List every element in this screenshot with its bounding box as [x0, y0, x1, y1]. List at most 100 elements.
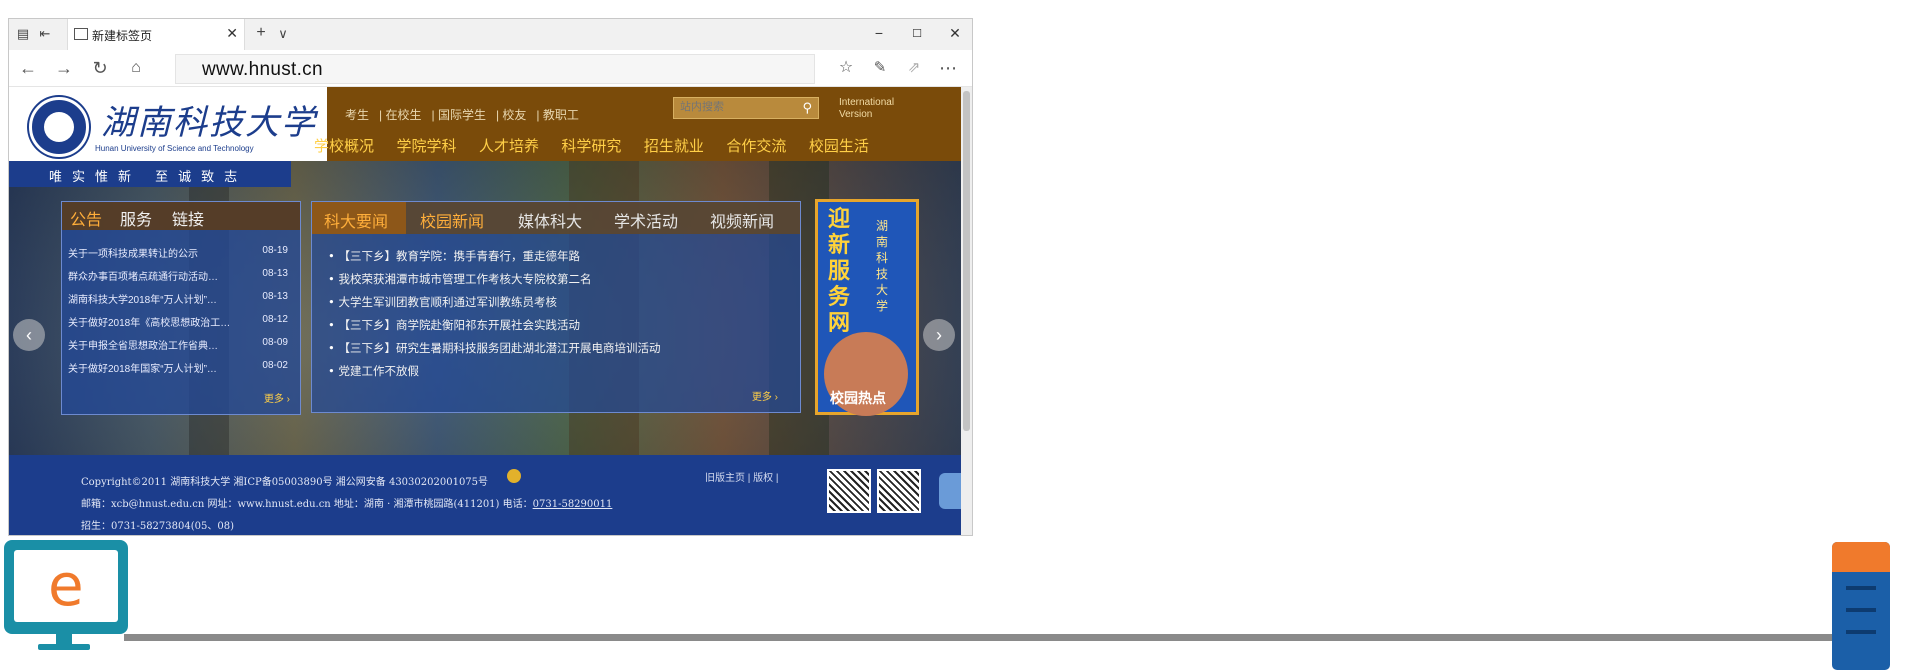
tab-media[interactable]: 媒体科大 [518, 208, 582, 232]
tab-hnust-news[interactable]: 科大要闻 [324, 208, 388, 232]
notice-date: 08-13 [262, 291, 288, 302]
new-tab-button[interactable]: + [253, 25, 269, 41]
international-version-link[interactable]: International Version [839, 97, 919, 121]
address-bar[interactable]: www.hnust.cn [175, 54, 815, 84]
tab-video-news[interactable]: 视频新闻 [710, 208, 774, 232]
link-alumni[interactable]: 校友 [502, 108, 526, 122]
site-search: ⚲ [673, 97, 819, 119]
tab-actions-icon[interactable]: ▤ [15, 26, 31, 42]
link-students[interactable]: 在校生 [385, 108, 421, 122]
footer-phone-link[interactable]: 0731-58290011 [533, 499, 613, 510]
news-item[interactable]: 大学生军训团教官顺利通过军训教练员考核 [328, 294, 788, 317]
news-item[interactable]: 【三下乡】研究生暑期科技服务团赴湖北潜江开展电商培训活动 [328, 340, 788, 363]
news-item[interactable]: 【三下乡】商学院赴衡阳祁东开展社会实践活动 [328, 317, 788, 340]
nav-admissions[interactable]: 招生就业 [644, 135, 704, 156]
page-scrollbar[interactable] [961, 87, 972, 535]
list-item[interactable]: 关于申报全省思想政治工作省典… 08-09 [66, 334, 294, 357]
nav-about[interactable]: 学校概况 [314, 135, 374, 156]
forward-icon[interactable]: → [53, 58, 75, 78]
server-top [1832, 542, 1890, 572]
list-item[interactable]: 关于一项科技成果转让的公示 08-19 [66, 242, 294, 265]
link-international-students[interactable]: 国际学生 [438, 108, 486, 122]
set-aside-tabs-icon[interactable]: ⇤ [37, 26, 53, 42]
home-icon[interactable]: ⌂ [125, 58, 147, 78]
server-slot [1846, 630, 1876, 634]
carousel-prev-button[interactable]: ‹ [13, 319, 45, 351]
server-slot [1846, 608, 1876, 612]
tab-academic[interactable]: 学术活动 [614, 208, 678, 232]
minimize-button[interactable]: − [869, 25, 889, 41]
new-tab-favicon-icon [74, 28, 88, 40]
list-item[interactable]: 关于做好2018年《高校思想政治工… 08-12 [66, 311, 294, 334]
tab-new-tab[interactable]: 新建标签页 ✕ [67, 19, 245, 50]
nav-campus-life[interactable]: 校园生活 [809, 135, 869, 156]
university-motto: 唯实惟新 至诚致志 [49, 170, 248, 185]
main-navigation: 学校概况 学院学科 人才培养 科学研究 招生就业 合作交流 校园生活 [314, 135, 887, 156]
news-item[interactable]: 党建工作不放假 [328, 363, 788, 386]
search-icon[interactable]: ⚲ [802, 100, 812, 116]
site-footer: Copyright©2011 湖南科技大学 湘ICP备05003890号 湘公网… [9, 455, 965, 535]
audience-links: 考生 | 在校生 | 国际学生 | 校友 | 教职工 [345, 108, 579, 122]
nav-research[interactable]: 科学研究 [561, 135, 621, 156]
notice-list: 关于一项科技成果转让的公示 08-19 群众办事百项堵点疏通行动活动… 08-13 … [66, 242, 294, 380]
notice-title: 关于做好2018年《高校思想政治工… [68, 318, 231, 329]
welcome-banner[interactable]: 迎新服务网 湖南科技大学 校园热点 [815, 199, 919, 416]
news-list: 【三下乡】教育学院：携手青春行，重走德年路 我校荣获湘潭市城市管理工作考核大专院… [328, 248, 788, 386]
monitor-stand [56, 634, 72, 644]
list-item[interactable]: 湖南科技大学2018年“万人计划”… 08-13 [66, 288, 294, 311]
footer-contact: 邮箱：xcb@hnust.edu.cn 网址：www.hnust.edu.cn … [81, 495, 612, 510]
motto-bar: 唯实惟新 至诚致志 [9, 161, 291, 187]
tab-campus-news[interactable]: 校园新闻 [420, 208, 484, 232]
tab-links[interactable]: 链接 [172, 206, 204, 230]
nav-cooperation[interactable]: 合作交流 [726, 135, 786, 156]
list-item[interactable]: 关于做好2018年国家“万人计划”… 08-02 [66, 357, 294, 380]
maximize-button[interactable]: ☐ [907, 27, 927, 40]
close-window-button[interactable]: ✕ [945, 25, 965, 42]
notice-date: 08-09 [262, 337, 288, 348]
copyright-link[interactable]: 版权 [753, 473, 773, 484]
list-item[interactable]: 群众办事百项堵点疏通行动活动… 08-13 [66, 265, 294, 288]
intl-line-1: International [839, 97, 895, 108]
news-item[interactable]: 我校荣获湘潭市城市管理工作考核大专院校第二名 [328, 271, 788, 294]
tab-services[interactable]: 服务 [120, 206, 152, 230]
server-icon [1832, 542, 1890, 670]
more-icon[interactable]: ⋯ [937, 58, 959, 78]
share-icon[interactable]: ⇗ [903, 58, 925, 78]
tab-close-icon[interactable]: ✕ [226, 25, 238, 42]
welcome-subtitle: 湖南科技大学 [876, 219, 889, 313]
notice-date: 08-13 [262, 268, 288, 279]
computer-monitor-icon: e [4, 540, 128, 634]
nav-colleges[interactable]: 学院学科 [396, 135, 456, 156]
notice-tabs: 公告 服务 链接 [62, 202, 300, 230]
tab-announcements[interactable]: 公告 [70, 206, 102, 230]
welcome-title: 迎新服务网 [828, 206, 851, 336]
monitor-base [38, 644, 90, 650]
notes-icon[interactable]: ✎ [869, 58, 891, 78]
footer-links: 旧版主页 | 版权 | [705, 473, 779, 484]
logo-area[interactable]: 湖南科技大学 Hunan University of Science and T… [9, 87, 327, 161]
back-icon[interactable]: ← [17, 58, 39, 78]
nav-education[interactable]: 人才培养 [479, 135, 539, 156]
news-more-link[interactable]: 更多 › [752, 388, 778, 403]
notice-title: 群众办事百项堵点疏通行动活动… [68, 272, 218, 283]
notice-title: 湖南科技大学2018年“万人计划”… [68, 295, 217, 306]
link-examinee[interactable]: 考生 [345, 108, 369, 122]
notice-more-link[interactable]: 更多 › [264, 390, 290, 405]
notice-date: 08-02 [262, 360, 288, 371]
old-homepage-link[interactable]: 旧版主页 [705, 473, 745, 484]
navigation-bar: ← → ↻ ⌂ www.hnust.cn ☆ ✎ ⇗ ⋯ [9, 50, 972, 87]
carousel-next-button[interactable]: › [923, 319, 955, 351]
intl-line-2: Version [839, 109, 873, 120]
notice-title: 关于申报全省思想政治工作省典… [68, 341, 218, 352]
address-url[interactable]: www.hnust.cn [202, 59, 323, 81]
link-staff[interactable]: 教职工 [543, 108, 579, 122]
browser-window: ▤ ⇤ 新建标签页 ✕ + ∨ − ☐ ✕ ← → ↻ ⌂ www.hnust.… [8, 18, 973, 536]
favorites-icon[interactable]: ☆ [835, 58, 857, 78]
site-search-input[interactable] [680, 101, 790, 113]
wechat-qr-code [827, 469, 871, 513]
footer-copyright: Copyright©2011 湖南科技大学 湘ICP备05003890号 湘公网… [81, 477, 489, 488]
tab-list-chevron-icon[interactable]: ∨ [275, 26, 291, 42]
refresh-icon[interactable]: ↻ [89, 58, 111, 78]
scrollbar-thumb[interactable] [963, 91, 970, 431]
news-item[interactable]: 【三下乡】教育学院：携手青春行，重走德年路 [328, 248, 788, 271]
